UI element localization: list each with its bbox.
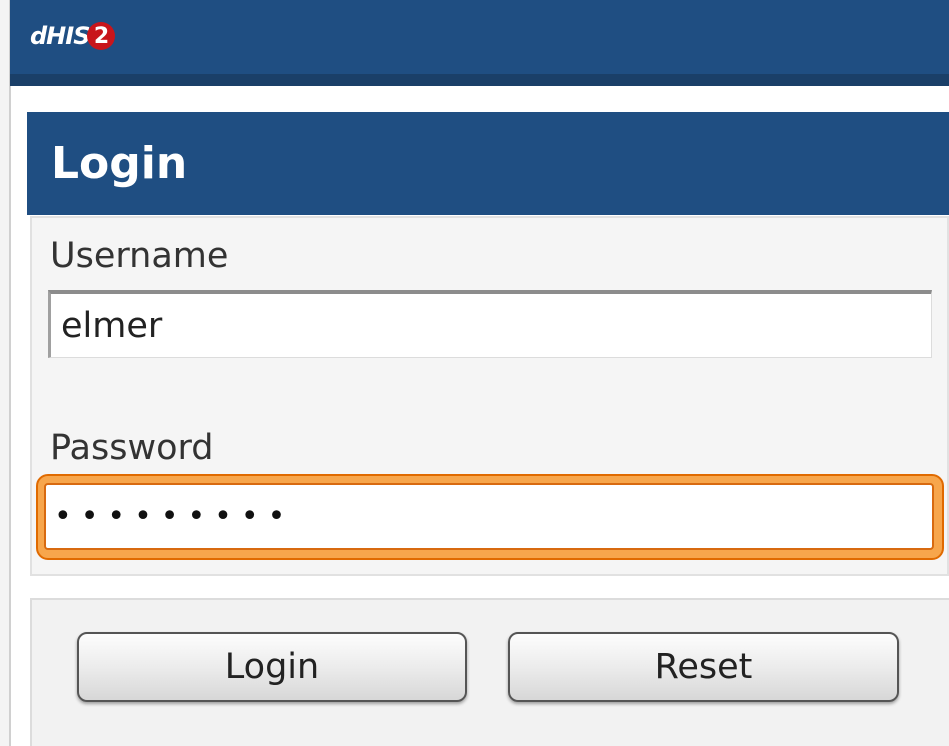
username-label: Username <box>50 236 229 276</box>
login-header: Login <box>27 112 949 215</box>
logo-text: dHIS <box>30 22 90 50</box>
left-edge-divider <box>9 0 11 746</box>
dhis2-logo[interactable]: dHIS 2 <box>30 16 116 56</box>
top-bar-shadow <box>10 74 949 86</box>
logo-badge-icon: 2 <box>87 22 116 50</box>
password-input[interactable]: ••••••••• <box>44 483 934 550</box>
top-bar <box>10 0 949 74</box>
login-button[interactable]: Login <box>77 632 467 702</box>
reset-button[interactable]: Reset <box>508 632 899 702</box>
password-label: Password <box>50 428 214 468</box>
page-title: Login <box>51 138 188 189</box>
username-input[interactable]: elmer <box>48 290 932 358</box>
